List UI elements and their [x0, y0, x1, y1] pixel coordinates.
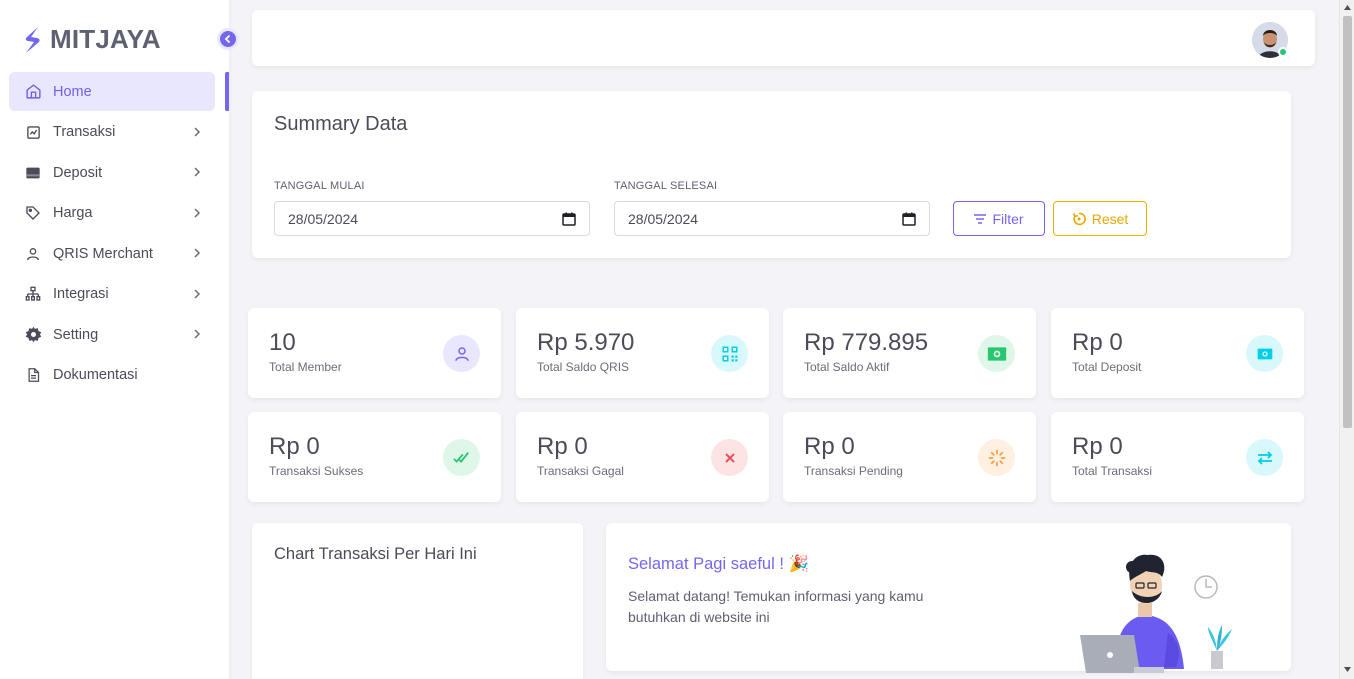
stat-value: Rp 0	[1072, 329, 1123, 356]
close-icon	[711, 439, 748, 476]
summary-card: Summary Data TANGGAL MULAI 28/05/2024 TA…	[252, 91, 1291, 258]
document-icon	[24, 366, 42, 384]
sidebar-item-label: Harga	[53, 205, 93, 221]
welcome-card: Selamat Pagi saeful ! 🎉 Selamat datang! …	[606, 523, 1291, 673]
welcome-text: Selamat datang! Temukan informasi yang k…	[628, 588, 924, 625]
summary-title: Summary Data	[274, 113, 408, 135]
wallet-icon	[24, 164, 42, 182]
chevron-right-icon	[194, 329, 201, 339]
sidebar: MITJAYA Home Transaksi Deposit Harga QRI…	[0, 0, 229, 679]
chevron-right-icon	[194, 248, 201, 258]
start-date-value: 28/05/2024	[288, 210, 359, 227]
user-icon	[443, 335, 480, 372]
brand[interactable]: MITJAYA	[22, 24, 161, 55]
sidebar-collapse-button[interactable]	[217, 28, 239, 50]
chart-title: Chart Transaksi Per Hari Ini	[274, 545, 477, 563]
stat-label: Total Transaksi	[1072, 464, 1153, 478]
stat-card-transaksi-sukses: Rp 0 Transaksi Sukses	[248, 412, 501, 502]
reset-button-label: Reset	[1091, 210, 1129, 227]
stat-card-total-saldo-qris: Rp 5.970 Total Saldo QRIS	[516, 308, 769, 398]
scroll-down-arrow-icon[interactable]	[1343, 665, 1352, 674]
filter-button-label: Filter	[992, 210, 1024, 227]
gear-icon	[24, 326, 42, 344]
stat-card-total-transaksi: Rp 0 Total Transaksi	[1051, 412, 1304, 502]
sidebar-item-setting[interactable]: Setting	[9, 315, 215, 354]
chart-line-icon	[24, 123, 42, 141]
user-icon	[24, 245, 42, 263]
reset-button[interactable]: Reset	[1053, 201, 1147, 236]
stat-value: Rp 0	[269, 433, 320, 460]
stat-label: Transaksi Pending	[804, 464, 903, 478]
start-date-input[interactable]: 28/05/2024	[274, 201, 590, 236]
stat-label: Total Saldo QRIS	[537, 360, 630, 374]
filter-icon	[974, 213, 987, 224]
online-status-dot	[1278, 47, 1288, 57]
stat-card-total-deposit: Rp 0 Total Deposit	[1051, 308, 1304, 398]
chart-card: Chart Transaksi Per Hari Ini	[252, 523, 583, 679]
stat-card-total-member: 10 Total Member	[248, 308, 501, 398]
end-date-value: 28/05/2024	[628, 210, 699, 227]
sidebar-item-transaksi[interactable]: Transaksi	[9, 113, 215, 152]
sidebar-item-harga[interactable]: Harga	[9, 194, 215, 233]
welcome-title: Selamat Pagi saeful ! 🎉	[628, 555, 810, 573]
cash-icon	[1246, 335, 1283, 372]
stat-value: Rp 0	[804, 433, 855, 460]
sitemap-icon	[24, 285, 42, 303]
loader-icon	[978, 439, 1015, 476]
sidebar-item-deposit[interactable]: Deposit	[9, 153, 215, 192]
refresh-icon	[1072, 212, 1086, 225]
stat-card-total-saldo-aktif: Rp 779.895 Total Saldo Aktif	[783, 308, 1036, 398]
stat-value: 10	[269, 329, 296, 356]
stat-value: Rp 0	[537, 433, 588, 460]
filter-button[interactable]: Filter	[953, 201, 1045, 236]
stat-card-transaksi-gagal: Rp 0 Transaksi Gagal	[516, 412, 769, 502]
stat-value: Rp 0	[1072, 433, 1123, 460]
exchange-icon	[1246, 439, 1283, 476]
page-scrollbar[interactable]	[1339, 0, 1354, 679]
stat-label: Total Saldo Aktif	[804, 360, 890, 374]
cash-icon	[978, 335, 1015, 372]
chevron-right-icon	[194, 167, 201, 177]
chevron-left-icon	[224, 34, 231, 44]
scrollbar-thumb[interactable]	[1343, 16, 1352, 428]
brand-name: MITJAYA	[50, 24, 161, 54]
sidebar-item-dokumentasi[interactable]: Dokumentasi	[9, 356, 215, 395]
active-indicator	[225, 72, 229, 111]
stat-value: Rp 779.895	[804, 329, 929, 356]
chevron-right-icon	[194, 207, 201, 218]
calendar-icon[interactable]	[562, 212, 576, 226]
end-date-label: TANGGAL SELESAI	[614, 180, 718, 192]
stat-label: Transaksi Sukses	[269, 464, 364, 478]
sidebar-item-home[interactable]: Home	[9, 72, 215, 111]
tag-icon	[24, 204, 42, 222]
sidebar-item-qris-merchant[interactable]: QRIS Merchant	[9, 234, 215, 273]
sidebar-item-label: Dokumentasi	[53, 367, 138, 383]
stat-label: Total Deposit	[1072, 360, 1142, 374]
end-date-input[interactable]: 28/05/2024	[614, 201, 930, 236]
sidebar-item-label: Home	[53, 83, 92, 100]
sidebar-item-integrasi[interactable]: Integrasi	[9, 275, 215, 314]
brand-logo-icon	[25, 26, 40, 53]
stat-value: Rp 5.970	[537, 329, 635, 356]
scroll-up-arrow-icon[interactable]	[1343, 3, 1352, 12]
topbar	[252, 10, 1315, 66]
chevron-right-icon	[194, 126, 201, 137]
sidebar-item-label: QRIS Merchant	[53, 245, 153, 262]
sidebar-menu: Home Transaksi Deposit Harga QRIS Mercha…	[9, 72, 215, 396]
start-date-label: TANGGAL MULAI	[274, 180, 365, 192]
home-icon	[24, 83, 42, 101]
qr-code-icon	[711, 335, 748, 372]
person-laptop-illustration-icon	[1080, 554, 1232, 673]
double-check-icon	[443, 439, 480, 476]
sidebar-item-label: Integrasi	[53, 286, 109, 302]
sidebar-item-label: Transaksi	[53, 124, 116, 140]
calendar-icon[interactable]	[902, 212, 916, 226]
chevron-right-icon	[194, 288, 201, 299]
stat-label: Transaksi Gagal	[537, 464, 624, 478]
stat-label: Total Member	[269, 360, 342, 374]
sidebar-item-label: Deposit	[53, 164, 103, 181]
sidebar-item-label: Setting	[53, 326, 99, 343]
stat-card-transaksi-pending: Rp 0 Transaksi Pending	[783, 412, 1036, 502]
